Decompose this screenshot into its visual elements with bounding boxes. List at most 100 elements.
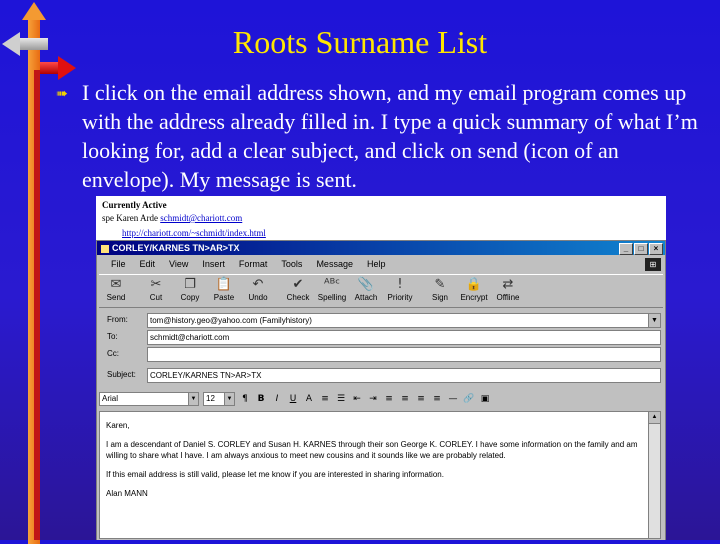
menu-file[interactable]: File xyxy=(111,259,126,269)
font-select[interactable]: Arial ▼ xyxy=(99,392,199,406)
encrypt-button[interactable]: 🔒 Encrypt xyxy=(457,275,491,302)
sign-button[interactable]: ✎ Sign xyxy=(423,275,457,302)
copy-button[interactable]: ❐ Copy xyxy=(173,275,207,302)
paste-button[interactable]: 📋 Paste xyxy=(207,275,241,302)
paragraph-style-icon[interactable]: ¶ xyxy=(239,394,251,404)
arrow-bullet-icon: ➠ xyxy=(56,86,68,102)
maximize-button[interactable]: □ xyxy=(634,243,648,255)
numbered-list-icon[interactable]: ≡ xyxy=(319,394,331,404)
cut-button[interactable]: ✂ Cut xyxy=(139,275,173,302)
attach-button[interactable]: 📎 Attach xyxy=(349,275,383,302)
underline-icon[interactable]: U xyxy=(287,394,299,404)
check-button[interactable]: ✔ Check xyxy=(281,275,315,302)
horizontal-line-icon[interactable]: — xyxy=(447,394,459,404)
copy-label: Copy xyxy=(180,293,200,302)
offline-button[interactable]: ⇄ Offline xyxy=(491,275,525,302)
window-title: CORLEY/KARNES TN>AR>TX xyxy=(112,243,240,253)
message-body[interactable]: Karen, I am a descendant of Daniel S. CO… xyxy=(99,411,661,539)
encrypt-label: Encrypt xyxy=(460,293,488,302)
font-size-select[interactable]: 12 ▼ xyxy=(203,392,235,406)
insert-picture-icon[interactable]: ▣ xyxy=(479,394,491,404)
priority-icon: ! xyxy=(397,277,403,292)
send-label: Send xyxy=(106,293,126,302)
cut-label: Cut xyxy=(149,293,163,302)
italic-icon[interactable]: I xyxy=(271,394,283,404)
menu-view[interactable]: View xyxy=(169,259,188,269)
from-label: From: xyxy=(107,315,128,324)
align-center-icon[interactable]: ≡ xyxy=(399,394,411,404)
to-label[interactable]: To: xyxy=(107,332,147,341)
menu-format[interactable]: Format xyxy=(239,259,268,269)
menu-tools[interactable]: Tools xyxy=(281,259,302,269)
close-button[interactable]: × xyxy=(649,243,663,255)
spelling-button[interactable]: ᴬᴮᶜ Spelling xyxy=(315,275,349,302)
scissors-icon: ✂ xyxy=(150,277,162,292)
priority-button[interactable]: ! Priority xyxy=(383,275,417,302)
bold-icon[interactable]: B xyxy=(255,394,267,404)
undo-button[interactable]: ↶ Undo xyxy=(241,275,275,302)
body-paragraph-1: I am a descendant of Daniel S. CORLEY an… xyxy=(106,440,638,460)
paste-label: Paste xyxy=(213,293,235,302)
check-names-icon: ✔ xyxy=(292,277,304,292)
attach-label: Attach xyxy=(354,293,378,302)
increase-indent-icon[interactable]: ⇥ xyxy=(367,394,379,404)
check-label: Check xyxy=(286,293,310,302)
menu-message[interactable]: Message xyxy=(316,259,353,269)
subject-label: Subject: xyxy=(107,370,136,379)
menu-bar: File Edit View Insert Format Tools Messa… xyxy=(97,256,665,272)
undo-icon: ↶ xyxy=(252,277,264,292)
cc-row: Cc: xyxy=(99,347,661,362)
decrease-indent-icon[interactable]: ⇤ xyxy=(351,394,363,404)
copy-icon: ❐ xyxy=(184,277,196,292)
from-dropdown-icon[interactable]: ▼ xyxy=(648,313,661,328)
orange-up-arrow-icon xyxy=(22,2,46,20)
window-titlebar: CORLEY/KARNES TN>AR>TX _ □ × xyxy=(97,241,665,255)
scroll-up-icon[interactable]: ▲ xyxy=(649,412,660,424)
hyperlink-icon[interactable]: 🔗 xyxy=(463,394,475,404)
paste-icon: 📋 xyxy=(215,277,233,292)
compose-toolbar: ✉ Send ✂ Cut ❐ Copy 📋 Paste ↶ Undo ✔ Check ᴬᴮᶜ… xyxy=(99,274,663,308)
email-screenshot: Currently Active spe Karen Arde schmidt@… xyxy=(96,196,666,540)
menu-help[interactable]: Help xyxy=(367,259,386,269)
from-field[interactable]: tom@history.geo@yahoo.com (Familyhistory… xyxy=(147,313,649,328)
subject-row: Subject: CORLEY/KARNES TN>AR>TX xyxy=(99,368,661,383)
windows-logo-icon: ⊞ xyxy=(645,258,661,271)
greeting: Karen, xyxy=(106,421,130,430)
format-bar: Arial ▼ 12 ▼ ¶ B I U A ≡ ☰ ⇤ ⇥ ≡ ≡ ≡ ≡ — 🔗… xyxy=(99,391,661,407)
align-right-icon[interactable]: ≡ xyxy=(415,394,427,404)
from-row: From: tom@history.geo@yahoo.com (Familyh… xyxy=(99,313,661,328)
context-prefix: spe Karen Arde xyxy=(102,213,158,223)
menu-insert[interactable]: Insert xyxy=(202,259,225,269)
signature: Alan MANN xyxy=(106,489,148,498)
to-row: To: schmidt@chariott.com xyxy=(99,330,661,345)
justify-icon[interactable]: ≡ xyxy=(431,394,443,404)
red-arrow-bar xyxy=(34,70,40,540)
envelope-send-icon: ✉ xyxy=(110,277,122,292)
offline-icon: ⇄ xyxy=(502,277,514,292)
align-left-icon[interactable]: ≡ xyxy=(383,394,395,404)
to-field[interactable]: schmidt@chariott.com xyxy=(147,330,661,345)
subject-field[interactable]: CORLEY/KARNES TN>AR>TX xyxy=(147,368,661,383)
minimize-button[interactable]: _ xyxy=(619,243,633,255)
font-size: 12 xyxy=(206,394,215,403)
menu-edit[interactable]: Edit xyxy=(140,259,156,269)
bulleted-list-icon[interactable]: ☰ xyxy=(335,394,347,404)
vertical-scrollbar[interactable]: ▲ xyxy=(648,412,660,538)
font-name: Arial xyxy=(102,394,119,403)
context-heading: Currently Active xyxy=(102,200,167,210)
email-link[interactable]: schmidt@chariott.com xyxy=(160,213,242,223)
priority-label: Priority xyxy=(387,293,413,302)
font-color-icon[interactable]: A xyxy=(303,394,315,404)
encrypt-icon: 🔒 xyxy=(465,277,483,292)
cc-field[interactable] xyxy=(147,347,661,362)
send-button[interactable]: ✉ Send xyxy=(99,275,133,302)
context-line: spe Karen Arde schmidt@chariott.com xyxy=(102,213,242,223)
homepage-link[interactable]: http://chariott.com/~schmidt/index.html xyxy=(122,228,266,238)
cc-label[interactable]: Cc: xyxy=(107,349,147,358)
paperclip-icon: 📎 xyxy=(357,277,375,292)
offline-label: Offline xyxy=(496,293,520,302)
spelling-label: Spelling xyxy=(317,293,347,302)
slide-title: Roots Surname List xyxy=(232,24,488,60)
sign-label: Sign xyxy=(431,293,448,302)
compose-window: CORLEY/KARNES TN>AR>TX _ □ × File Edit V… xyxy=(96,240,666,540)
